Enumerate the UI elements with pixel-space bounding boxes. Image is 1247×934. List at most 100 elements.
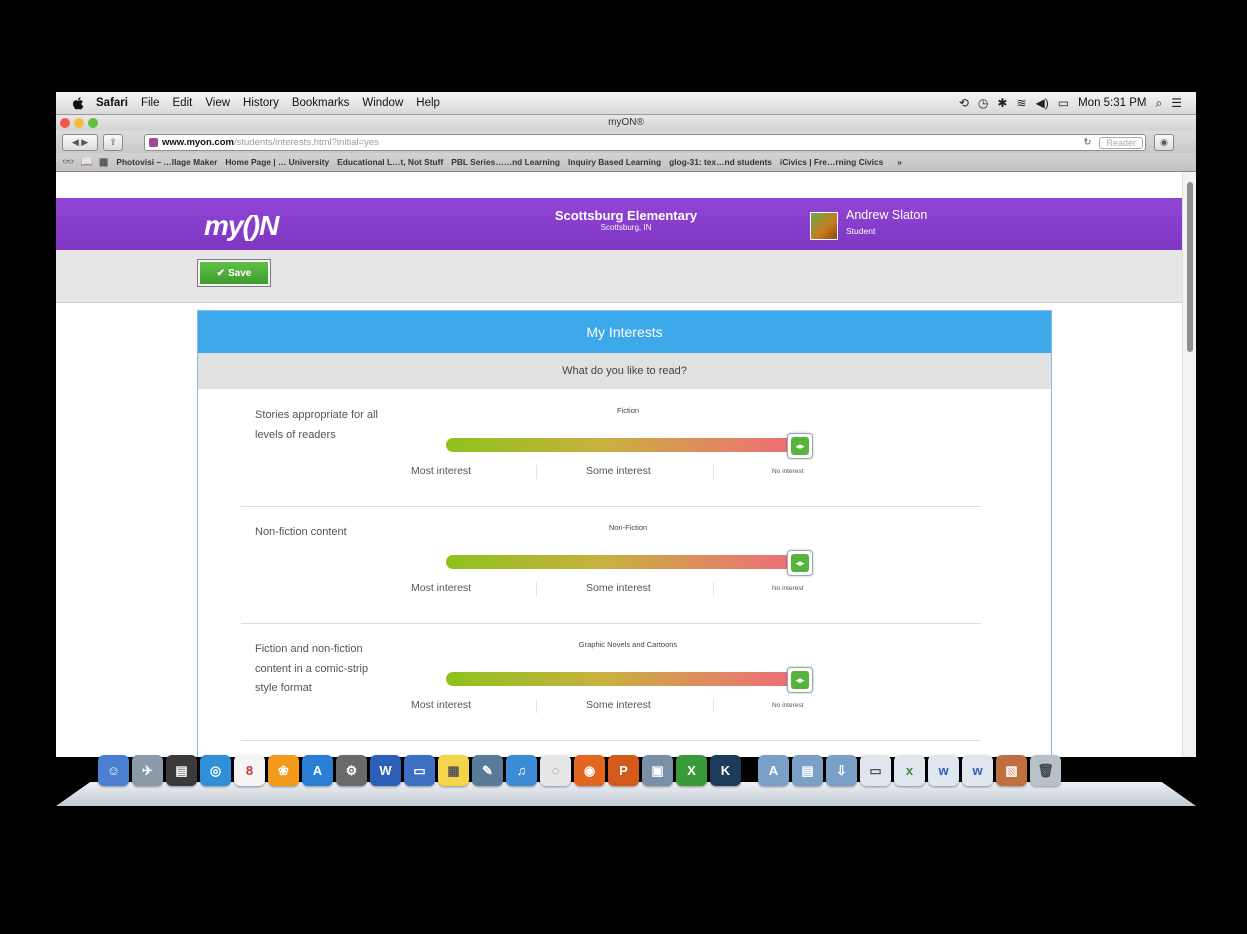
- scale-none-label: No interest: [772, 468, 804, 475]
- word-icon[interactable]: W: [370, 755, 401, 786]
- interest-slider-track[interactable]: [446, 438, 796, 452]
- bookmark-item[interactable]: Home Page | … University: [225, 157, 329, 167]
- app-store-icon[interactable]: A: [302, 755, 333, 786]
- back-forward-buttons[interactable]: ◀ ▶: [62, 134, 98, 151]
- bookmark-item[interactable]: Inquiry Based Learning: [568, 157, 661, 167]
- word-file-icon[interactable]: w: [928, 755, 959, 786]
- preview-icon[interactable]: ▣: [642, 755, 673, 786]
- clock[interactable]: Mon 5:31 PM: [1078, 97, 1146, 109]
- bookmark-item[interactable]: PBL Series……nd Learning: [451, 157, 560, 167]
- scale-divider: [713, 699, 714, 713]
- menu-help[interactable]: Help: [416, 97, 440, 109]
- myon-logo[interactable]: my()N: [204, 210, 279, 242]
- notification-icon[interactable]: ☰: [1171, 96, 1182, 110]
- reload-icon[interactable]: ↻: [1084, 137, 1096, 148]
- slider-arrows-icon: ◂▸: [791, 671, 809, 689]
- photo-stack-icon[interactable]: ▧: [996, 755, 1027, 786]
- bookmarks-book-icon[interactable]: 📖: [80, 157, 92, 168]
- menu-bookmarks[interactable]: Bookmarks: [292, 97, 350, 109]
- documents-folder-icon[interactable]: ▤: [792, 755, 823, 786]
- save-button[interactable]: ✔ Save: [197, 259, 271, 287]
- school-info: Scottsburg Elementary Scottsburg, IN: [506, 208, 746, 232]
- interest-slider-handle[interactable]: ◂▸: [787, 433, 813, 459]
- trash-icon[interactable]: 🗑: [1030, 755, 1061, 786]
- interest-category: Non-Fiction: [608, 523, 648, 532]
- spreadsheet-file-icon[interactable]: x: [894, 755, 925, 786]
- web-page: my()N Scottsburg Elementary Scottsburg, …: [56, 172, 1182, 757]
- reading-list-icon[interactable]: 👓: [62, 157, 74, 168]
- scale-divider: [536, 465, 537, 479]
- battery-icon[interactable]: ▭: [1058, 96, 1069, 110]
- screenshot-icon[interactable]: ◌: [540, 755, 571, 786]
- page-scrollbar[interactable]: [1182, 172, 1196, 757]
- row-divider: [241, 740, 981, 741]
- interest-slider-track[interactable]: [446, 555, 796, 569]
- time-machine-icon[interactable]: ◷: [978, 96, 988, 110]
- volume-icon[interactable]: ◀): [1036, 96, 1049, 110]
- bookmark-item[interactable]: Educational L…t, Not Stuff: [337, 157, 443, 167]
- powerpoint-icon[interactable]: P: [608, 755, 639, 786]
- document-file-icon[interactable]: ▭: [860, 755, 891, 786]
- excel-icon[interactable]: X: [676, 755, 707, 786]
- slider-arrows-icon: ◂▸: [791, 437, 809, 455]
- school-location: Scottsburg, IN: [600, 223, 652, 232]
- keynote-icon[interactable]: ▭: [404, 755, 435, 786]
- menu-edit[interactable]: Edit: [173, 97, 193, 109]
- launchpad-icon[interactable]: ✈: [132, 755, 163, 786]
- interest-row: Fiction and non-fiction content in a com…: [198, 624, 1051, 741]
- downloads-folder-icon[interactable]: ⇩: [826, 755, 857, 786]
- menu-file[interactable]: File: [141, 97, 160, 109]
- scale-divider: [713, 465, 714, 479]
- kindle-icon[interactable]: K: [710, 755, 741, 786]
- scale-none-label: No interest: [772, 702, 804, 709]
- top-sites-icon[interactable]: ▦: [99, 157, 108, 168]
- scale-divider: [713, 582, 714, 596]
- scrollbar-thumb[interactable]: [1187, 182, 1193, 352]
- sync-icon[interactable]: ⟲: [959, 96, 969, 110]
- slider-arrows-icon: ◂▸: [791, 554, 809, 572]
- menu-window[interactable]: Window: [362, 97, 403, 109]
- avatar[interactable]: [810, 212, 838, 240]
- close-window-icon[interactable]: [60, 118, 70, 128]
- bookmark-item[interactable]: glog-31: tex…nd students: [669, 157, 772, 167]
- share-button[interactable]: ⇪: [103, 134, 123, 151]
- bookmarks-overflow-icon[interactable]: »: [897, 157, 902, 167]
- zoom-window-icon[interactable]: [88, 118, 98, 128]
- applications-folder-icon[interactable]: A: [758, 755, 789, 786]
- mission-control-icon[interactable]: ▤: [166, 755, 197, 786]
- apple-icon[interactable]: [70, 95, 86, 111]
- wifi-icon[interactable]: ≋: [1016, 96, 1026, 110]
- minimize-window-icon[interactable]: [74, 118, 84, 128]
- action-bar: ✔ Save: [56, 250, 1182, 303]
- bookmark-item[interactable]: iCivics | Fre…rning Civics: [780, 157, 883, 167]
- safari-icon[interactable]: ◎: [200, 755, 231, 786]
- calendar-icon[interactable]: 8: [234, 755, 265, 786]
- script-editor-icon[interactable]: ✎: [472, 755, 503, 786]
- finder-icon[interactable]: ☺: [98, 755, 129, 786]
- word-file-icon-2[interactable]: w: [962, 755, 993, 786]
- bluetooth-icon[interactable]: ✱: [997, 96, 1007, 110]
- user-name[interactable]: Andrew Slaton: [846, 208, 927, 222]
- downloads-button[interactable]: ◉: [1154, 134, 1174, 151]
- interest-slider-handle[interactable]: ◂▸: [787, 667, 813, 693]
- photo-booth-icon[interactable]: ❀: [268, 755, 299, 786]
- firefox-icon[interactable]: ◉: [574, 755, 605, 786]
- site-header: my()N Scottsburg Elementary Scottsburg, …: [56, 198, 1182, 250]
- system-preferences-icon[interactable]: ⚙: [336, 755, 367, 786]
- scale-divider: [536, 582, 537, 596]
- stickies-icon[interactable]: ▦: [438, 755, 469, 786]
- menu-view[interactable]: View: [205, 97, 230, 109]
- scale-most-label: Most interest: [411, 465, 472, 477]
- save-label: Save: [228, 267, 252, 279]
- interest-category: Graphic Novels and Cartoons: [578, 640, 678, 649]
- address-bar[interactable]: www.myon.com /students/interests.html?in…: [144, 134, 1146, 151]
- interest-slider-handle[interactable]: ◂▸: [787, 550, 813, 576]
- bookmark-item[interactable]: Photovisi – …llage Maker: [116, 157, 217, 167]
- interest-slider-track[interactable]: [446, 672, 796, 686]
- itunes-icon[interactable]: ♫: [506, 755, 537, 786]
- menu-history[interactable]: History: [243, 97, 279, 109]
- browser-toolbar: ◀ ▶ ⇪ www.myon.com /students/interests.h…: [56, 131, 1196, 153]
- menu-safari[interactable]: Safari: [96, 97, 128, 109]
- reader-button[interactable]: Reader: [1099, 136, 1143, 149]
- spotlight-icon[interactable]: ⌕: [1156, 96, 1163, 111]
